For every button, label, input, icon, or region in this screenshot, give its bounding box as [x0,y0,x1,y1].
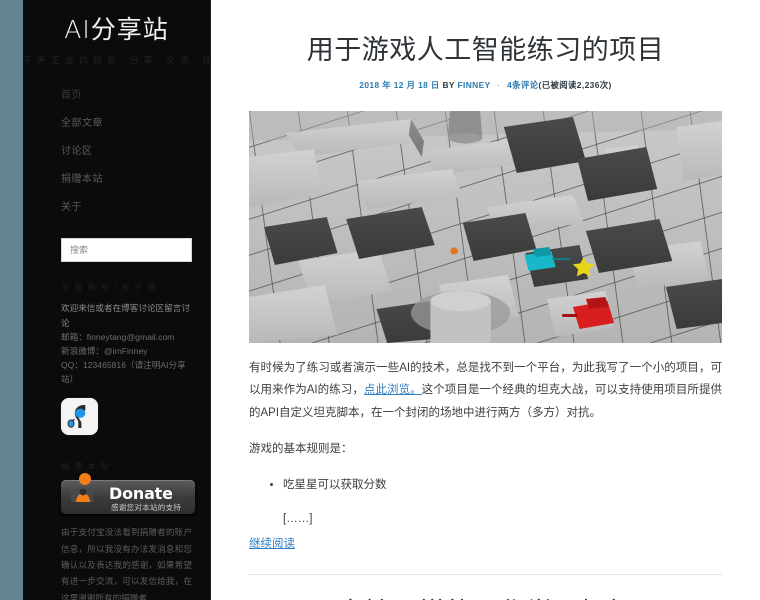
article-paragraph-2: 游戏的基本规则是： [249,443,353,456]
site-tagline: 不 务 正 业 的 码 农 · 分 享 · 交 流 · 技 术 · 生 活 与 … [23,54,210,65]
article-meta: 2018 年 12 月 18 日 BY FINNEY · 4条评论(已被阅读2,… [249,79,722,91]
contact-widget-title: 与 我 联 系 / 关 于 我 [61,283,158,293]
donate-button[interactable]: Donate 感谢您对本站的支持 [61,473,195,515]
nav-list-item: 讨论区 [23,138,210,166]
nav-list-item: 首页 [23,82,210,110]
article: 用于游戏人工智能练习的项目 2018 年 12 月 18 日 BY FINNEY… [249,0,722,575]
nav-list-item: 捐赠本站 [23,166,210,194]
sidebar-item-all-posts[interactable]: 全部文章 [23,110,210,138]
donate-person-icon [69,472,109,506]
nav-list-item: 全部文章 [23,110,210,138]
nav-list-item: 关于 [23,194,210,222]
sidebar-item-forum[interactable]: 讨论区 [23,138,210,166]
donate-button-label: Donate [109,484,173,504]
search-input[interactable] [61,238,192,263]
sidebar-item-donate[interactable]: 捐赠本站 [23,166,210,194]
donate-button-sublabel: 感谢您对本站的支持 [111,503,182,513]
article-divider [249,573,722,575]
brain-head-avatar-icon [61,398,98,436]
main-content: 用于游戏人工智能练习的项目 2018 年 12 月 18 日 BY FINNEY… [211,0,760,600]
contact-widget: 与 我 联 系 / 关 于 我 欢迎来信或者在博客讨论区留言讨论 邮箱：finn… [61,262,192,436]
orange-pickup [450,247,459,255]
article-by-label: BY [442,79,455,90]
donate-widget-title: 捐 赠 本 站 [61,462,111,472]
sidebar-item-home[interactable]: 首页 [23,82,210,110]
read-more-link[interactable]: 继续阅读 [249,535,295,551]
contact-line-weibo: 新浪微博：@imFinney [61,345,148,356]
article-comments-count[interactable]: 4条评论 [507,80,538,90]
browse-here-link[interactable]: 点此浏览。 [364,384,422,396]
sidebar-nav: 首页 全部文章 讨论区 捐赠本站 关于 [23,82,210,222]
site-title: AI分享站 [64,15,169,44]
meta-separator: · [497,79,501,90]
article-author[interactable]: FINNEY [457,80,490,90]
search-box [61,238,192,263]
page-root: AI分享站 不 务 正 业 的 码 农 · 分 享 · 交 流 · 技 术 · … [0,0,760,600]
contact-line-email: 邮箱：finneytang@gmail.com [61,331,175,342]
sidebar-nav-list: 首页 全部文章 讨论区 捐赠本站 关于 [23,82,210,222]
article-screenshot [249,110,722,343]
article-paragraph-1: 有时候为了练习或者演示一些AI的技术，总是找不到一个平台，为此我写了一个小的项目… [249,357,722,424]
donate-widget-body: 由于支付宝没法看到捐赠者的账户信息，所以我没有办法发消息和您确认以及表达我的感谢… [61,527,192,600]
contact-widget-body: 欢迎来信或者在博客讨论区留言讨论 邮箱：finneytang@gmail.com… [61,301,192,386]
article-date[interactable]: 2018 年 12 月 18 日 [359,80,439,90]
list-item: 吃星星可以获取分数 [283,474,722,496]
article-body: 有时候为了练习或者演示一些AI的技术，总是找不到一个平台，为此我写了一个小的项目… [249,343,722,552]
contact-line-qq: QQ：123465816（请注明AI分享站） [61,360,186,385]
article-view-count: (已被阅读2,236次) [538,79,612,90]
article-title: 用于游戏人工智能练习的项目 [306,35,665,66]
left-accent-strip [0,0,23,600]
contact-line-1: 欢迎来信或者在博客讨论区留言讨论 [61,303,190,328]
content-ellipsis: [……] [283,512,313,525]
donate-widget: 捐 赠 本 站 Donate 感谢您对本站的支持 由于支付宝没法看到捐赠者的账户… [61,441,195,600]
sidebar: AI分享站 不 务 正 业 的 码 农 · 分 享 · 交 流 · 技 术 · … [23,0,211,600]
game-rules-list: 吃星星可以获取分数 [249,474,722,496]
sidebar-item-about[interactable]: 关于 [23,194,210,222]
